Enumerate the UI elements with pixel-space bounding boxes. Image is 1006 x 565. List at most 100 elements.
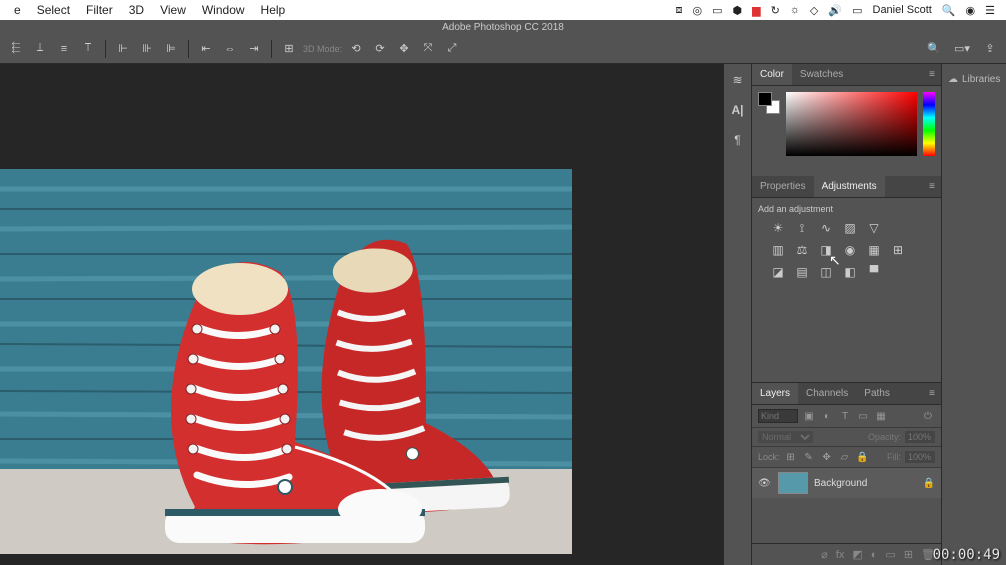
distribute-h-icon[interactable]: ⇤ <box>196 39 216 59</box>
hue-slider[interactable] <box>923 92 935 156</box>
layer-mask-icon[interactable]: ◩ <box>852 548 862 561</box>
vibrance-icon[interactable]: ▽ <box>866 220 882 236</box>
distribute-r-icon[interactable]: ⇥ <box>244 39 264 59</box>
wifi-icon[interactable]: ◇ <box>805 4 823 17</box>
canvas-area[interactable] <box>0 64 723 565</box>
align-hcenter-icon[interactable]: ⊪ <box>137 39 157 59</box>
channel-mixer-icon[interactable]: ▦ <box>866 242 882 258</box>
color-lookup-icon[interactable]: ⊞ <box>890 242 906 258</box>
adjustment-layer-icon[interactable]: ◐ <box>871 549 878 561</box>
curves-icon[interactable]: ∿ <box>818 220 834 236</box>
fill-value[interactable]: 100% <box>905 451 935 463</box>
lock-all-icon[interactable]: 🔒 <box>856 450 870 464</box>
lock-icon[interactable]: 🔒 <box>923 478 935 489</box>
filter-type-icon[interactable]: T <box>838 409 852 423</box>
tab-properties[interactable]: Properties <box>752 176 814 197</box>
align-top-icon[interactable]: ⟙ <box>78 39 98 59</box>
group-icon[interactable]: ▭ <box>885 548 895 561</box>
tab-channels[interactable]: Channels <box>798 383 856 404</box>
lock-image-icon[interactable]: ✎ <box>802 450 816 464</box>
share-icon[interactable]: ⇪ <box>980 39 1000 59</box>
3d-slide-icon[interactable]: ⤧ <box>418 39 438 59</box>
panel-menu-icon[interactable]: ≡ <box>923 69 941 80</box>
tab-paths[interactable]: Paths <box>856 383 898 404</box>
color-field[interactable] <box>786 92 917 156</box>
3d-orbit-icon[interactable]: ⟲ <box>346 39 366 59</box>
align-left-icon[interactable]: ⬱ <box>6 39 26 59</box>
search-icon[interactable]: 🔍 <box>937 4 961 17</box>
exposure-icon[interactable]: ▨ <box>842 220 858 236</box>
tab-layers[interactable]: Layers <box>752 383 798 404</box>
levels-icon[interactable]: ⟟ <box>794 220 810 236</box>
posterize-icon[interactable]: ▤ <box>794 264 810 280</box>
tab-swatches[interactable]: Swatches <box>792 64 851 85</box>
auto-align-icon[interactable]: ⊞ <box>279 39 299 59</box>
filter-toggle-icon[interactable]: ⏻ <box>921 409 935 423</box>
brightness-icon[interactable]: ☀ <box>770 220 786 236</box>
filter-smart-icon[interactable]: ▦ <box>874 409 888 423</box>
hue-sat-icon[interactable]: ▥ <box>770 242 786 258</box>
align-leftedge-icon[interactable]: ⊩ <box>113 39 133 59</box>
3d-roll-icon[interactable]: ⟳ <box>370 39 390 59</box>
history-icon[interactable]: ≋ <box>726 68 750 92</box>
distribute-c-icon[interactable]: ⇔ <box>220 39 240 59</box>
filter-shape-icon[interactable]: ▭ <box>856 409 870 423</box>
layer-name[interactable]: Background <box>814 478 867 489</box>
menu-view[interactable]: View <box>152 3 194 17</box>
lock-transparent-icon[interactable]: ⊞ <box>784 450 798 464</box>
link-layers-icon[interactable]: ⌀ <box>821 548 828 561</box>
3d-pan-icon[interactable]: ✥ <box>394 39 414 59</box>
threshold-icon[interactable]: ◫ <box>818 264 834 280</box>
menu-help[interactable]: Help <box>253 3 294 17</box>
document-canvas[interactable] <box>0 169 572 554</box>
volume-icon[interactable]: 🔊 <box>823 4 847 17</box>
layer-kind-filter[interactable] <box>758 409 798 423</box>
tab-adjustments[interactable]: Adjustments <box>814 176 885 197</box>
foreground-background-swatch[interactable] <box>758 92 780 114</box>
paragraph-icon[interactable]: ¶ <box>726 128 750 152</box>
menu-filter[interactable]: Filter <box>78 3 121 17</box>
gradient-map-icon[interactable]: ▀ <box>866 264 882 280</box>
align-bottom-icon[interactable]: ⟘ <box>30 39 50 59</box>
bw-icon[interactable]: ◨ <box>818 242 834 258</box>
menu-window[interactable]: Window <box>194 3 253 17</box>
lock-position-icon[interactable]: ✥ <box>820 450 834 464</box>
menu-select[interactable]: Select <box>29 3 78 17</box>
photo-filter-icon[interactable]: ◉ <box>842 242 858 258</box>
search-icon[interactable]: 🔍 <box>924 39 944 59</box>
opacity-value[interactable]: 100% <box>905 431 935 443</box>
panel-menu-icon[interactable]: ≡ <box>923 388 941 399</box>
cc-icon[interactable]: ◎ <box>688 4 708 17</box>
align-vcenter-icon[interactable]: ≡ <box>54 39 74 59</box>
notifications-icon[interactable]: ☰ <box>980 4 1000 17</box>
clock-icon[interactable]: ↻ <box>766 4 785 17</box>
layer-fx-icon[interactable]: fx <box>836 549 845 561</box>
new-layer-icon[interactable]: ⊞ <box>904 548 913 561</box>
user-name[interactable]: Daniel Scott <box>868 4 937 16</box>
selective-color-icon[interactable]: ◧ <box>842 264 858 280</box>
record-icon[interactable]: ▆ <box>747 4 765 17</box>
screen-icon[interactable]: ▭ <box>707 4 727 17</box>
layer-row-background[interactable]: 👁 Background 🔒 <box>752 468 941 498</box>
panel-menu-icon[interactable]: ≡ <box>923 181 941 192</box>
3d-zoom-icon[interactable]: ⤢ <box>442 39 462 59</box>
foreground-color-swatch[interactable] <box>758 92 772 106</box>
dropbox-icon[interactable]: ⧈ <box>671 4 688 17</box>
siri-icon[interactable]: ◉ <box>961 4 981 17</box>
visibility-icon[interactable]: 👁 <box>758 478 772 489</box>
color-balance-icon[interactable]: ⚖ <box>794 242 810 258</box>
menu-3d[interactable]: 3D <box>121 3 152 17</box>
layer-thumbnail[interactable] <box>778 472 808 494</box>
menu-app[interactable]: e <box>6 3 29 17</box>
workspace-icon[interactable]: ▭▾ <box>952 39 972 59</box>
filter-pixel-icon[interactable]: ▣ <box>802 409 816 423</box>
blend-mode-select[interactable]: Normal <box>758 431 813 443</box>
libraries-button[interactable]: ☁ Libraries <box>942 70 1006 89</box>
filter-adjust-icon[interactable]: ◐ <box>820 409 834 423</box>
align-rightedge-icon[interactable]: ⊫ <box>161 39 181 59</box>
invert-icon[interactable]: ◪ <box>770 264 786 280</box>
battery-icon[interactable]: ▭ <box>847 4 867 17</box>
character-icon[interactable]: A| <box>726 98 750 122</box>
tab-color[interactable]: Color <box>752 64 792 85</box>
display-icon[interactable]: ☼ <box>785 4 805 16</box>
